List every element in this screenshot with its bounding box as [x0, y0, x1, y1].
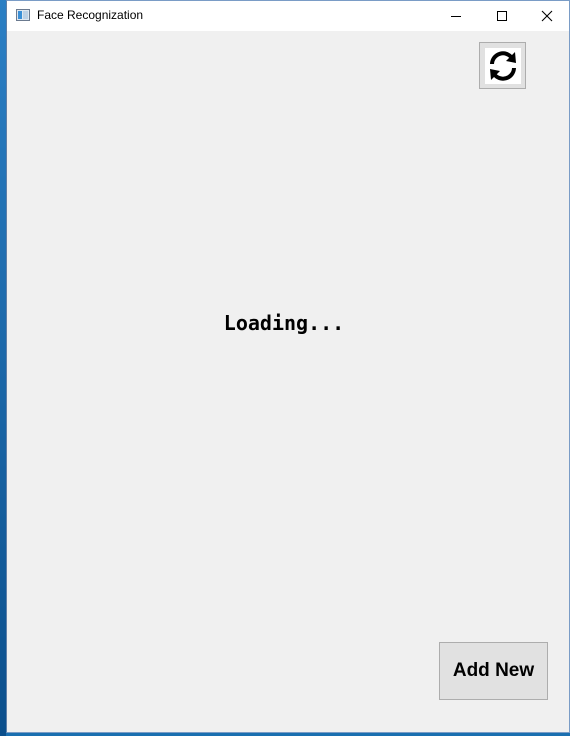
- refresh-button[interactable]: [479, 42, 526, 89]
- add-new-button[interactable]: Add New: [439, 642, 548, 700]
- minimize-icon: [451, 15, 461, 17]
- maximize-icon: [497, 11, 507, 21]
- app-window: Face Recognization Loading... Add New: [6, 0, 570, 733]
- close-button[interactable]: [524, 1, 570, 31]
- loading-status-text: Loading...: [223, 311, 345, 335]
- refresh-icon: [489, 50, 516, 81]
- maximize-button[interactable]: [479, 1, 525, 31]
- title-bar[interactable]: Face Recognization: [7, 1, 569, 31]
- window-title: Face Recognization: [37, 8, 144, 22]
- minimize-button[interactable]: [433, 1, 479, 31]
- app-icon: [16, 9, 30, 21]
- close-icon: [541, 10, 553, 22]
